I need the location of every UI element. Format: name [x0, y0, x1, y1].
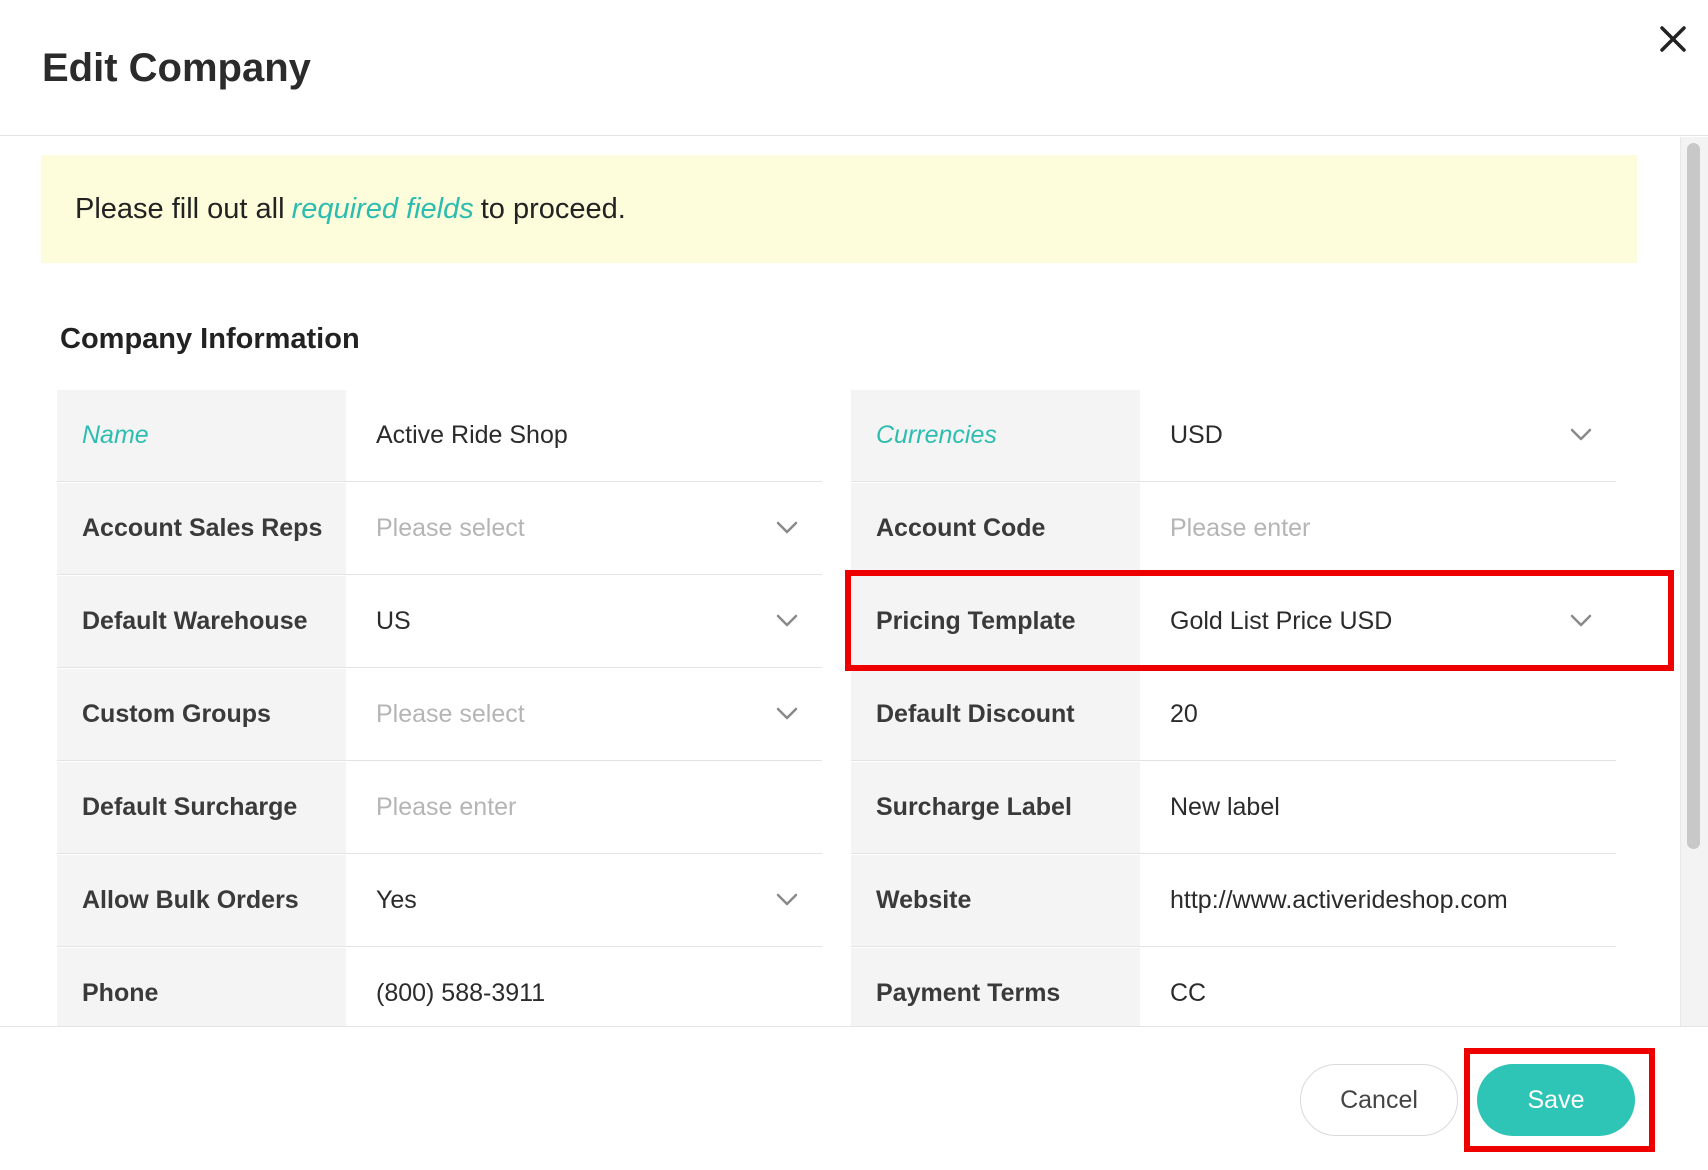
chevron-down-icon: [776, 893, 798, 905]
field-row-default-surcharge: Default Surcharge Please enter: [57, 762, 822, 854]
field-row-name: Name Active Ride Shop: [57, 390, 822, 482]
field-value-default-surcharge: Please enter: [376, 793, 517, 821]
close-icon: [1660, 26, 1686, 52]
field-label-website: Website: [851, 855, 1140, 946]
input-payment-terms[interactable]: CC: [1140, 948, 1616, 1026]
field-label-account-sales-reps: Account Sales Reps: [57, 483, 346, 574]
input-surcharge-label[interactable]: New label: [1140, 762, 1616, 853]
field-label-surcharge-label: Surcharge Label: [851, 762, 1140, 853]
notice-suffix: to proceed.: [480, 192, 626, 225]
input-phone[interactable]: (800) 588-3911: [346, 948, 822, 1026]
required-fields-link[interactable]: required fields: [292, 193, 474, 226]
field-label-default-warehouse: Default Warehouse: [57, 576, 346, 667]
field-value-currencies: USD: [1170, 421, 1223, 449]
field-value-pricing-template: Gold List Price USD: [1170, 607, 1393, 635]
field-label-allow-bulk-orders: Allow Bulk Orders: [57, 855, 346, 946]
scrollbar-thumb[interactable]: [1687, 143, 1700, 849]
select-default-warehouse[interactable]: US: [346, 576, 822, 667]
field-value-custom-groups: Please select: [376, 700, 525, 728]
field-label-account-code: Account Code: [851, 483, 1140, 574]
select-pricing-template[interactable]: Gold List Price USD: [1140, 576, 1616, 667]
field-row-custom-groups: Custom Groups Please select: [57, 669, 822, 761]
field-value-default-discount: 20: [1170, 700, 1198, 728]
field-label-pricing-template: Pricing Template: [851, 576, 1140, 667]
input-website[interactable]: http://www.activerideshop.com: [1140, 855, 1616, 946]
chevron-down-icon: [1570, 428, 1592, 440]
input-account-code[interactable]: Please enter: [1140, 483, 1616, 574]
chevron-down-icon: [776, 614, 798, 626]
field-value-allow-bulk-orders: Yes: [376, 886, 417, 914]
field-value-payment-terms: CC: [1170, 979, 1207, 1007]
field-row-surcharge-label: Surcharge Label New label: [851, 762, 1616, 854]
field-label-phone: Phone: [57, 948, 346, 1026]
field-label-custom-groups: Custom Groups: [57, 669, 346, 760]
notice-prefix: Please fill out all: [75, 192, 285, 225]
input-default-discount[interactable]: 20: [1140, 669, 1616, 760]
dialog-body[interactable]: Please fill out all required fields to p…: [0, 137, 1708, 1026]
field-value-website: http://www.activerideshop.com: [1170, 886, 1508, 914]
field-value-name: Active Ride Shop: [376, 421, 568, 449]
field-row-account-code: Account Code Please enter: [851, 483, 1616, 575]
field-label-name: Name: [57, 390, 346, 481]
field-label-default-discount: Default Discount: [851, 669, 1140, 760]
field-row-phone: Phone (800) 588-3911: [57, 948, 822, 1026]
field-row-website: Website http://www.activerideshop.com: [851, 855, 1616, 947]
cancel-button[interactable]: Cancel: [1300, 1064, 1458, 1136]
field-value-account-code: Please enter: [1170, 514, 1311, 542]
field-value-surcharge-label: New label: [1170, 793, 1280, 821]
dialog-header: Edit Company: [0, 0, 1708, 136]
chevron-down-icon: [776, 521, 798, 533]
field-row-allow-bulk-orders: Allow Bulk Orders Yes: [57, 855, 822, 947]
required-fields-notice: Please fill out all required fields to p…: [41, 155, 1637, 263]
field-row-currencies: Currencies USD: [851, 390, 1616, 482]
save-button[interactable]: Save: [1477, 1064, 1635, 1136]
field-row-default-warehouse: Default Warehouse US: [57, 576, 822, 668]
field-value-phone: (800) 588-3911: [376, 979, 546, 1007]
input-default-surcharge[interactable]: Please enter: [346, 762, 822, 853]
field-label-payment-terms: Payment Terms: [851, 948, 1140, 1026]
field-value-default-warehouse: US: [376, 607, 411, 635]
field-value-account-sales-reps: Please select: [376, 514, 525, 542]
field-row-default-discount: Default Discount 20: [851, 669, 1616, 761]
field-row-payment-terms: Payment Terms CC: [851, 948, 1616, 1026]
select-custom-groups[interactable]: Please select: [346, 669, 822, 760]
field-label-currencies: Currencies: [851, 390, 1140, 481]
input-name[interactable]: Active Ride Shop: [346, 390, 822, 481]
dialog-title: Edit Company: [42, 46, 311, 90]
field-label-default-surcharge: Default Surcharge: [57, 762, 346, 853]
select-account-sales-reps[interactable]: Please select: [346, 483, 822, 574]
dialog-footer: Cancel Save: [0, 1026, 1708, 1170]
field-row-pricing-template: Pricing Template Gold List Price USD: [851, 576, 1616, 668]
field-row-account-sales-reps: Account Sales Reps Please select: [57, 483, 822, 575]
chevron-down-icon: [1570, 614, 1592, 626]
chevron-down-icon: [776, 707, 798, 719]
close-button[interactable]: [1650, 16, 1696, 62]
select-allow-bulk-orders[interactable]: Yes: [346, 855, 822, 946]
select-currencies[interactable]: USD: [1140, 390, 1616, 481]
section-title: Company Information: [60, 323, 360, 355]
